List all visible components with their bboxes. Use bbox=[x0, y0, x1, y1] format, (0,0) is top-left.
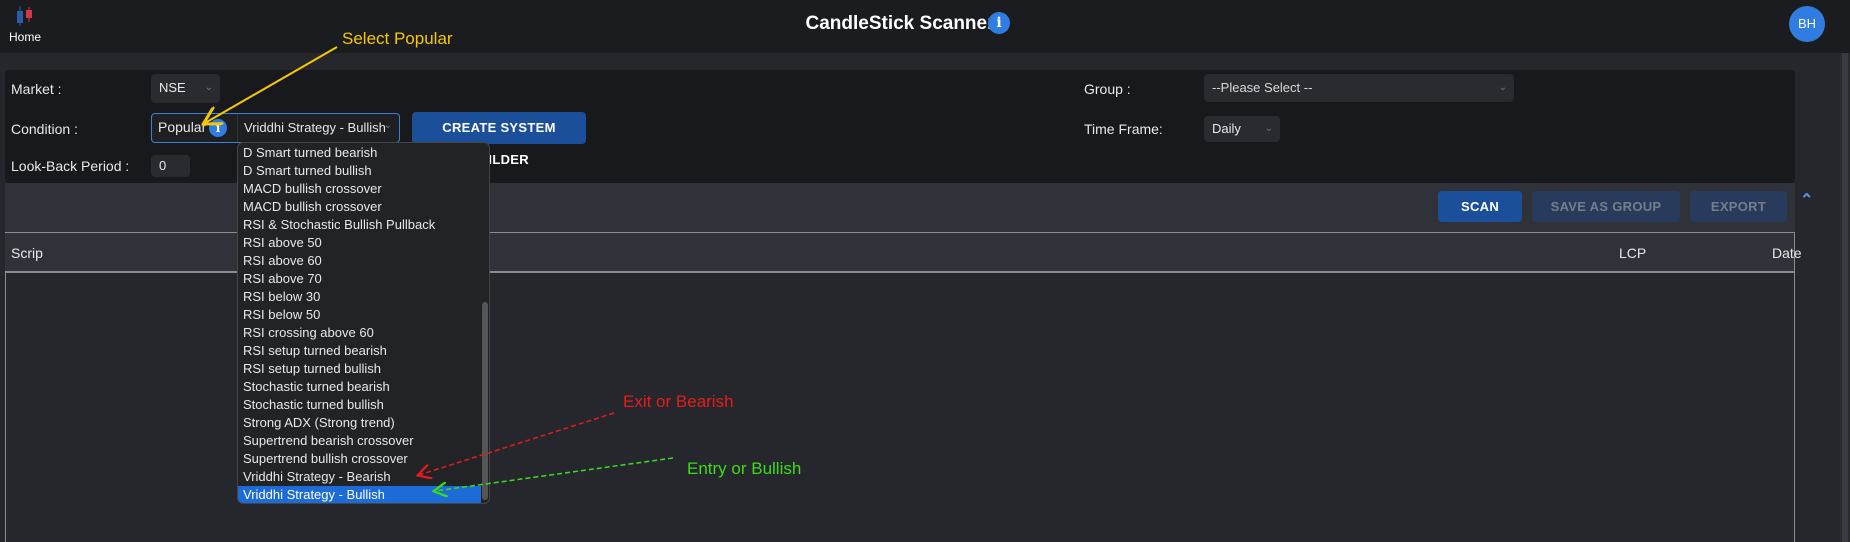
dropdown-option[interactable]: Supertrend bullish crossover bbox=[238, 450, 481, 468]
market-value: NSE bbox=[159, 80, 186, 95]
dropdown-option[interactable]: RSI above 70 bbox=[238, 270, 481, 288]
timeframe-select[interactable]: Daily ⌄ bbox=[1204, 116, 1280, 142]
chevron-down-icon: ⌄ bbox=[383, 120, 392, 131]
condition-category[interactable]: Popular bbox=[158, 119, 206, 135]
dropdown-option[interactable]: D Smart turned bullish bbox=[238, 162, 481, 180]
info-icon[interactable]: i bbox=[209, 119, 227, 137]
dropdown-option[interactable]: D Smart turned bearish bbox=[238, 144, 481, 162]
info-icon[interactable]: i bbox=[988, 12, 1010, 34]
annotation-exit-bearish: Exit or Bearish bbox=[623, 392, 734, 411]
dropdown-option[interactable]: RSI & Stochastic Bullish Pullback bbox=[238, 216, 481, 234]
chevron-down-icon: ⌄ bbox=[1498, 82, 1507, 93]
lookback-label: Look-Back Period : bbox=[11, 158, 130, 174]
annotation-select-popular: Select Popular bbox=[342, 29, 453, 48]
timeframe-value: Daily bbox=[1212, 121, 1241, 136]
dropdown-option[interactable]: MACD bullish crossover bbox=[238, 198, 481, 216]
dropdown-option[interactable]: Vriddhi Strategy - Bearish bbox=[238, 468, 481, 486]
dropdown-option[interactable]: Vriddhi Strategy - Bullish bbox=[238, 486, 481, 503]
dropdown-option[interactable]: RSI below 50 bbox=[238, 306, 481, 324]
column-header-lcp[interactable]: LCP bbox=[1619, 245, 1646, 261]
user-avatar[interactable]: BH bbox=[1789, 6, 1825, 42]
divider bbox=[237, 114, 238, 142]
market-select[interactable]: NSE ⌄ bbox=[151, 74, 220, 103]
dropdown-option[interactable]: Stochastic turned bearish bbox=[238, 378, 481, 396]
group-label: Group : bbox=[1084, 81, 1131, 97]
app-header: Home CandleStick Scanner i BH bbox=[0, 0, 1850, 53]
dropdown-option[interactable]: Strong ADX (Strong trend) bbox=[238, 414, 481, 432]
dropdown-option[interactable]: RSI setup turned bullish bbox=[238, 360, 481, 378]
dropdown-option[interactable]: RSI setup turned bearish bbox=[238, 342, 481, 360]
condition-select[interactable]: Popular i Vriddhi Strategy - Bullish ⌄ bbox=[151, 113, 400, 143]
create-system-builder-button[interactable]: CREATE SYSTEM BUILDER bbox=[412, 112, 586, 167]
dropdown-option[interactable]: Supertrend bearish crossover bbox=[238, 432, 481, 450]
page-scrollbar-thumb[interactable] bbox=[1842, 53, 1848, 542]
export-button[interactable]: EXPORT bbox=[1690, 191, 1787, 222]
page-title: CandleStick Scanner bbox=[805, 13, 995, 34]
condition-dropdown-list[interactable]: D Smart turned bearish D Smart turned bul… bbox=[237, 142, 490, 504]
dropdown-option[interactable]: RSI above 60 bbox=[238, 252, 481, 270]
group-placeholder: --Please Select -- bbox=[1212, 80, 1313, 95]
chevron-down-icon: ⌄ bbox=[1264, 123, 1273, 134]
dropdown-option[interactable]: RSI above 50 bbox=[238, 234, 481, 252]
condition-value[interactable]: Vriddhi Strategy - Bullish bbox=[244, 120, 389, 135]
chevron-down-icon: ⌄ bbox=[204, 82, 213, 93]
annotation-entry-bullish: Entry or Bullish bbox=[687, 459, 802, 478]
scan-button[interactable]: SCAN bbox=[1438, 191, 1522, 222]
lookback-input[interactable]: 0 bbox=[151, 155, 190, 177]
chevron-up-icon[interactable]: ⌃ bbox=[1800, 190, 1813, 210]
dropdown-option[interactable]: RSI crossing above 60 bbox=[238, 324, 481, 342]
dropdown-option[interactable]: MACD bullish crossover bbox=[238, 180, 481, 198]
save-as-group-button[interactable]: SAVE AS GROUP bbox=[1532, 191, 1680, 222]
column-header-date[interactable]: Date bbox=[1772, 245, 1802, 261]
condition-label: Condition : bbox=[11, 121, 78, 137]
dropdown-option[interactable]: Stochastic turned bullish bbox=[238, 396, 481, 414]
market-label: Market : bbox=[11, 81, 62, 97]
group-select[interactable]: --Please Select -- ⌄ bbox=[1204, 74, 1514, 102]
dropdown-scrollbar-thumb[interactable] bbox=[482, 302, 488, 500]
dropdown-option[interactable]: RSI below 30 bbox=[238, 288, 481, 306]
timeframe-label: Time Frame: bbox=[1084, 121, 1163, 137]
column-header-scrip[interactable]: Scrip bbox=[11, 245, 43, 261]
